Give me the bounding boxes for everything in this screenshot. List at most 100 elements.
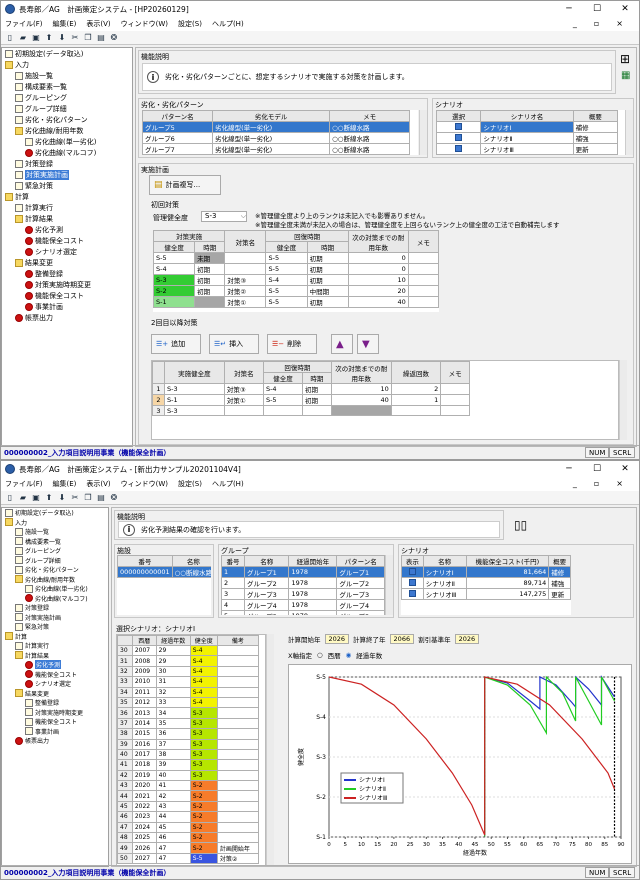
menu-file[interactable]: ファイル(F) <box>5 19 43 29</box>
tree-node[interactable]: 劣化・劣化パターン <box>2 565 108 575</box>
tree-node[interactable]: 劣化曲線/耐用年数 <box>2 125 132 136</box>
mdi-restore-icon[interactable]: ▫ <box>594 479 599 488</box>
table-cell[interactable]: 中間期 <box>306 285 349 297</box>
help-icon[interactable]: ❂ <box>109 33 119 43</box>
menu-view[interactable]: 表示(V) <box>86 19 110 29</box>
table-cell[interactable]: 2 <box>390 383 442 395</box>
tree-node[interactable]: グループ詳細 <box>2 556 108 566</box>
table-cell[interactable]: S-5 <box>265 263 308 275</box>
tree-node[interactable]: 劣化予測 <box>2 224 132 235</box>
copy-plan-button[interactable]: ▤ 計画複写... <box>149 175 221 195</box>
menu-window[interactable]: ウィンドウ(W) <box>121 19 168 29</box>
memo-cell[interactable] <box>440 383 470 395</box>
table-row[interactable]: 30 2007 29 S-4 <box>117 644 260 657</box>
table-row[interactable]: 40 2017 38 S-3 <box>117 748 260 761</box>
tree-node[interactable]: 入力 <box>2 518 108 528</box>
mgmt-select[interactable]: S-3 ⌵ <box>201 211 247 222</box>
tree-node[interactable]: 施設一覧 <box>2 70 132 81</box>
tree-node[interactable]: 機能保全コスト <box>2 290 132 301</box>
table-row[interactable]: 41 2018 39 S-3 <box>117 759 260 771</box>
table-cell[interactable]: 40 <box>347 296 409 308</box>
layout-icon[interactable]: ⊞ <box>620 52 630 66</box>
table-cell[interactable]: 初期 <box>194 285 226 297</box>
tree-node[interactable]: 計算実行 <box>2 641 108 651</box>
group-scrollbar[interactable] <box>385 555 393 615</box>
tree-node[interactable]: 計算結果 <box>2 213 132 224</box>
tree-node[interactable]: 劣化曲線(マルコフ) <box>2 594 108 604</box>
tree-node[interactable]: 対策実施時期変更 <box>2 279 132 290</box>
table-row[interactable]: 3 S-3 <box>152 405 470 416</box>
menu-settings[interactable]: 設定(S) <box>178 479 202 489</box>
tree-node[interactable]: 事業計画 <box>2 727 108 737</box>
calc-start-field[interactable]: 2026 <box>324 634 350 644</box>
memo-cell[interactable] <box>440 405 470 416</box>
tree-node[interactable]: 入力 <box>2 59 132 70</box>
table-cell[interactable]: 初期 <box>194 274 226 286</box>
year-scrollbar[interactable] <box>266 634 274 866</box>
tree-node[interactable]: シナリオ選定 <box>2 246 132 257</box>
table-cell[interactable] <box>302 405 332 416</box>
mdi-close-icon[interactable]: × <box>616 479 623 488</box>
table-row[interactable]: 31 2008 29 S-4 <box>117 655 260 667</box>
table-cell[interactable]: 対策③ <box>223 383 264 395</box>
table-cell[interactable] <box>224 252 267 264</box>
menu-settings[interactable]: 設定(S) <box>178 19 202 29</box>
tree-node[interactable]: 初期設定(データ取込) <box>2 508 108 518</box>
tree-node[interactable]: グルーピング <box>2 546 108 556</box>
insert-button[interactable]: ☰↵ 挿入 <box>209 334 259 354</box>
memo-cell[interactable] <box>407 263 439 275</box>
menu-edit[interactable]: 編集(E) <box>53 19 77 29</box>
tree-node[interactable]: 結果変更 <box>2 689 108 699</box>
calc-end-field[interactable]: 2066 <box>389 634 415 644</box>
table-cell[interactable]: 0 <box>347 263 409 275</box>
tree-node[interactable]: 構成要素一覧 <box>2 81 132 92</box>
table-row[interactable]: S-2 初期 対策② S-5 中間期 20 <box>153 285 439 297</box>
cut-icon[interactable]: ✂ <box>70 33 80 43</box>
mdi-minimize-icon[interactable]: _ <box>573 479 577 488</box>
table-cell[interactable]: 初期 <box>306 296 349 308</box>
tree-node[interactable]: 対策登録 <box>2 603 108 613</box>
help-icon[interactable]: ❂ <box>109 493 119 503</box>
tree-node[interactable]: グルーピング <box>2 92 132 103</box>
memo-cell[interactable] <box>407 252 439 264</box>
table-cell[interactable]: 初期 <box>306 274 349 286</box>
tree-node[interactable]: 初期設定(データ取込) <box>2 48 132 59</box>
table-row[interactable]: S-4 初期 S-5 初期 0 <box>153 263 439 275</box>
show-checkbox[interactable] <box>401 577 424 589</box>
table-row[interactable]: 35 2012 33 S-4 <box>117 696 260 709</box>
table-row[interactable]: 50 2027 47 S-5 対策② <box>117 852 260 865</box>
memo-cell[interactable] <box>407 285 439 297</box>
copy-icon[interactable]: ❐ <box>83 33 93 43</box>
mdi-close-icon[interactable]: × <box>616 19 623 28</box>
table-row[interactable]: 2 グループ2 1978 グループ2 <box>221 577 385 589</box>
table-cell[interactable]: S-1 <box>164 394 225 406</box>
move-down-button[interactable]: ▼ <box>357 334 379 354</box>
table-row[interactable]: 000000000001 ○○断線水路 <box>117 566 211 578</box>
table-row[interactable]: 4 グループ4 1978 グループ4 <box>221 599 385 611</box>
select-checkbox[interactable] <box>436 121 482 133</box>
table-row[interactable]: 5グループ51978グループ5 <box>221 610 385 615</box>
radio-elapsed[interactable]: ◉ <box>346 651 352 659</box>
table-row[interactable]: 48 2025 46 S-2 <box>117 832 260 844</box>
paste-icon[interactable]: ▤ <box>96 33 106 43</box>
table-row[interactable]: グループ6 劣化線型(単一劣化) ○○断線水路 <box>142 132 410 144</box>
open-folder-icon[interactable]: ▰ <box>18 33 28 43</box>
tree-node[interactable]: 構成要素一覧 <box>2 537 108 547</box>
table-row[interactable]: シナリオⅡ 89,714 補強 <box>401 577 571 589</box>
tree-node[interactable]: 整備登録 <box>2 698 108 708</box>
table-cell[interactable]: 初期 <box>306 252 349 264</box>
table-row[interactable]: シナリオⅢ 147,275 更新 <box>401 588 571 600</box>
tree-node[interactable]: 対策実施計画 <box>2 169 132 180</box>
table-cell[interactable]: 10 <box>330 383 392 395</box>
table-row[interactable]: グループ5 劣化線型(単一劣化) ○○断線水路 <box>142 121 410 133</box>
table-cell[interactable]: 20 <box>347 285 409 297</box>
excel-icon[interactable]: ▦ <box>621 70 630 81</box>
table-row[interactable]: 1 S-3 対策③ S-4 初期 10 2 <box>152 383 470 395</box>
table-row[interactable]: 3 グループ3 1978 グループ3 <box>221 588 385 600</box>
add-button[interactable]: ☰+ 追加 <box>151 334 201 354</box>
paste-icon[interactable]: ▤ <box>96 493 106 503</box>
table-cell[interactable]: S-3 <box>164 383 225 395</box>
tree-node[interactable]: 整備登録 <box>2 268 132 279</box>
close-icon[interactable]: ✕ <box>611 461 639 477</box>
tree-node[interactable]: 劣化曲線/耐用年数 <box>2 575 108 585</box>
